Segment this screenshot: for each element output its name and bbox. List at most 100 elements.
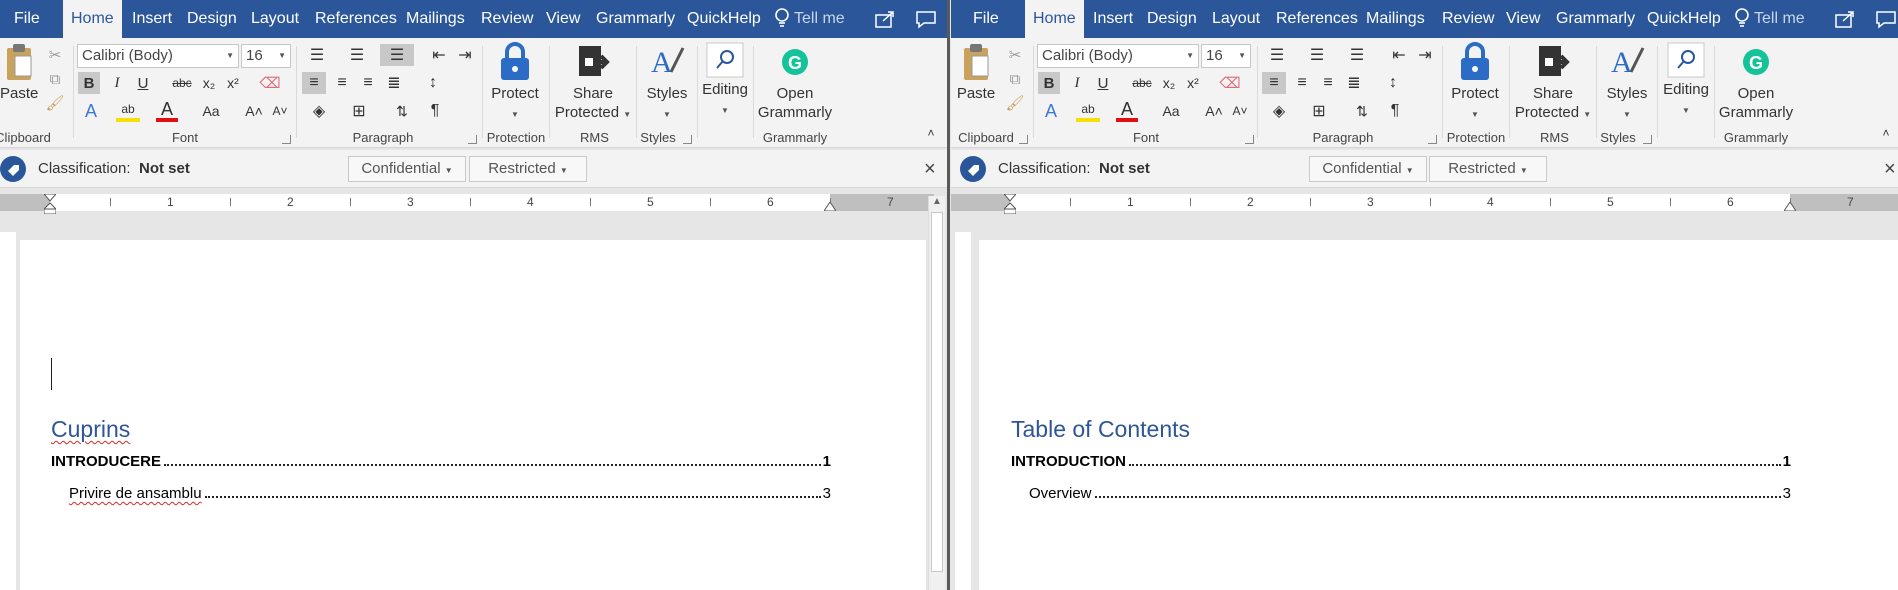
tab-insert[interactable]: Insert [1093,0,1133,38]
confidential-button[interactable]: Confidential ▼ [348,156,466,182]
sort-icon[interactable]: ⇅ [390,100,414,122]
decrease-indent-icon[interactable]: ⇤ [1388,44,1410,66]
format-painter-icon[interactable]: 🖌 [44,92,66,114]
align-left-icon[interactable]: ≡ [1262,72,1286,94]
multilevel-icon[interactable]: ☰ [1340,44,1374,66]
strikethrough-icon[interactable]: abc [1128,72,1156,94]
share-protected-button[interactable]: Share Protected ▼ [1514,40,1592,124]
tab-mailings[interactable]: Mailings [1366,0,1425,38]
increase-indent-icon[interactable]: ⇥ [1414,44,1436,66]
tab-review[interactable]: Review [481,0,533,38]
justify-icon[interactable]: ≣ [1342,72,1366,94]
sort-icon[interactable]: ⇅ [1350,100,1374,122]
comments-icon[interactable] [1875,0,1897,38]
tab-references[interactable]: References [1276,0,1358,38]
toc-entry[interactable]: Overview 3 [1029,485,1791,502]
tab-mailings[interactable]: Mailings [406,0,465,38]
bullets-icon[interactable]: ☰ [302,44,332,66]
scrollbar-thumb[interactable] [931,212,943,572]
indent-marker[interactable] [1004,194,1016,214]
copy-icon[interactable]: ⧉ [44,68,66,90]
shrink-font-icon[interactable]: A˅ [270,100,290,122]
multilevel-icon[interactable]: ☰ [380,44,414,66]
restricted-button[interactable]: Restricted ▼ [1429,156,1547,182]
font-color-icon[interactable]: A [156,99,178,122]
font-size-box[interactable]: 16 ▼ [1201,44,1251,68]
font-color-icon[interactable]: A [1116,99,1138,122]
clear-format-icon[interactable]: ⌫ [258,72,282,94]
vertical-scrollbar[interactable]: ▲ [928,196,945,590]
styles-button[interactable]: A Styles ▼ [640,40,694,124]
tab-view[interactable]: View [546,0,580,38]
grow-font-icon[interactable]: A˄ [1204,100,1224,122]
tab-review[interactable]: Review [1442,0,1494,38]
editing-button[interactable]: Editing ▼ [700,40,750,120]
tab-home[interactable]: Home [63,0,122,38]
pilcrow-icon[interactable]: ¶ [424,100,446,122]
collapse-ribbon-icon[interactable]: ˄ [1877,122,1895,144]
shading-icon[interactable]: ◈ [304,100,334,122]
tab-file[interactable]: File [14,0,40,38]
strikethrough-icon[interactable]: abc [168,72,196,94]
superscript-icon[interactable]: x² [1182,72,1204,94]
bullets-icon[interactable]: ☰ [1262,44,1292,66]
tab-grammarly[interactable]: Grammarly [596,0,675,38]
share-protected-button[interactable]: Share Protected ▼ [554,40,632,124]
toc-entry[interactable]: Privire de ansamblu 3 [69,485,831,502]
styles-launcher[interactable] [1643,135,1652,144]
document-page[interactable]: Cuprins INTRODUCERE 1 Privire de ansamblu… [20,240,926,590]
cut-icon[interactable]: ✂ [44,44,66,66]
clear-format-icon[interactable]: ⌫ [1218,72,1242,94]
change-case-icon[interactable]: Aa [1156,100,1186,122]
horizontal-ruler[interactable]: 1 2 3 4 5 6 7 [951,190,1898,214]
vertical-ruler[interactable] [955,232,971,590]
document-page[interactable]: Table of Contents INTRODUCTION 1 Overview… [979,240,1898,590]
toc-entry[interactable]: INTRODUCERE 1 [51,453,831,470]
bold-icon[interactable]: B [1038,72,1060,94]
text-effects-icon[interactable]: A [1040,100,1062,122]
cut-icon[interactable]: ✂ [1004,44,1026,66]
decrease-indent-icon[interactable]: ⇤ [428,44,450,66]
restricted-button[interactable]: Restricted ▼ [469,156,587,182]
font-size-box[interactable]: 16 ▼ [241,44,291,68]
subscript-icon[interactable]: x₂ [1158,72,1180,94]
tell-me-search[interactable]: Tell me [794,0,845,38]
tab-home[interactable]: Home [1025,0,1084,38]
right-indent-marker[interactable] [824,202,836,211]
borders-icon[interactable]: ⊞ [344,100,374,122]
grow-font-icon[interactable]: A˄ [244,100,264,122]
indent-marker[interactable] [44,194,56,214]
vertical-ruler[interactable] [0,232,16,590]
lightbulb-icon[interactable] [774,0,790,38]
share-icon[interactable] [1834,0,1856,38]
pilcrow-icon[interactable]: ¶ [1384,100,1406,122]
superscript-icon[interactable]: x² [222,72,244,94]
tell-me-search[interactable]: Tell me [1754,0,1805,38]
align-right-icon[interactable]: ≡ [356,72,380,94]
close-icon[interactable]: × [924,150,936,188]
underline-icon[interactable]: U [132,72,154,94]
comments-icon[interactable] [915,0,937,38]
shading-icon[interactable]: ◈ [1264,100,1294,122]
clipboard-launcher[interactable] [282,135,291,144]
numbering-icon[interactable]: ☰ [1302,44,1332,66]
numbering-icon[interactable]: ☰ [342,44,372,66]
protect-button[interactable]: Protect ▼ [1446,40,1504,124]
subscript-icon[interactable]: x₂ [198,72,220,94]
text-effects-icon[interactable]: A [80,100,102,122]
share-icon[interactable] [874,0,896,38]
highlight-icon[interactable]: ab [116,100,140,122]
open-grammarly-button[interactable]: G Open Grammarly [1717,40,1795,122]
line-spacing-icon[interactable]: ↕ [1378,72,1408,94]
tab-quickhelp[interactable]: QuickHelp [687,0,761,38]
horizontal-ruler[interactable]: 1 2 3 4 5 6 7 [0,190,947,214]
center-icon[interactable]: ≡ [1290,72,1314,94]
confidential-button[interactable]: Confidential ▼ [1309,156,1427,182]
open-grammarly-button[interactable]: G Open Grammarly [756,40,834,122]
underline-icon[interactable]: U [1092,72,1114,94]
tab-file[interactable]: File [973,0,999,38]
tab-design[interactable]: Design [1147,0,1197,38]
justify-icon[interactable]: ≣ [382,72,406,94]
paragraph-launcher[interactable] [468,135,477,144]
increase-indent-icon[interactable]: ⇥ [454,44,476,66]
